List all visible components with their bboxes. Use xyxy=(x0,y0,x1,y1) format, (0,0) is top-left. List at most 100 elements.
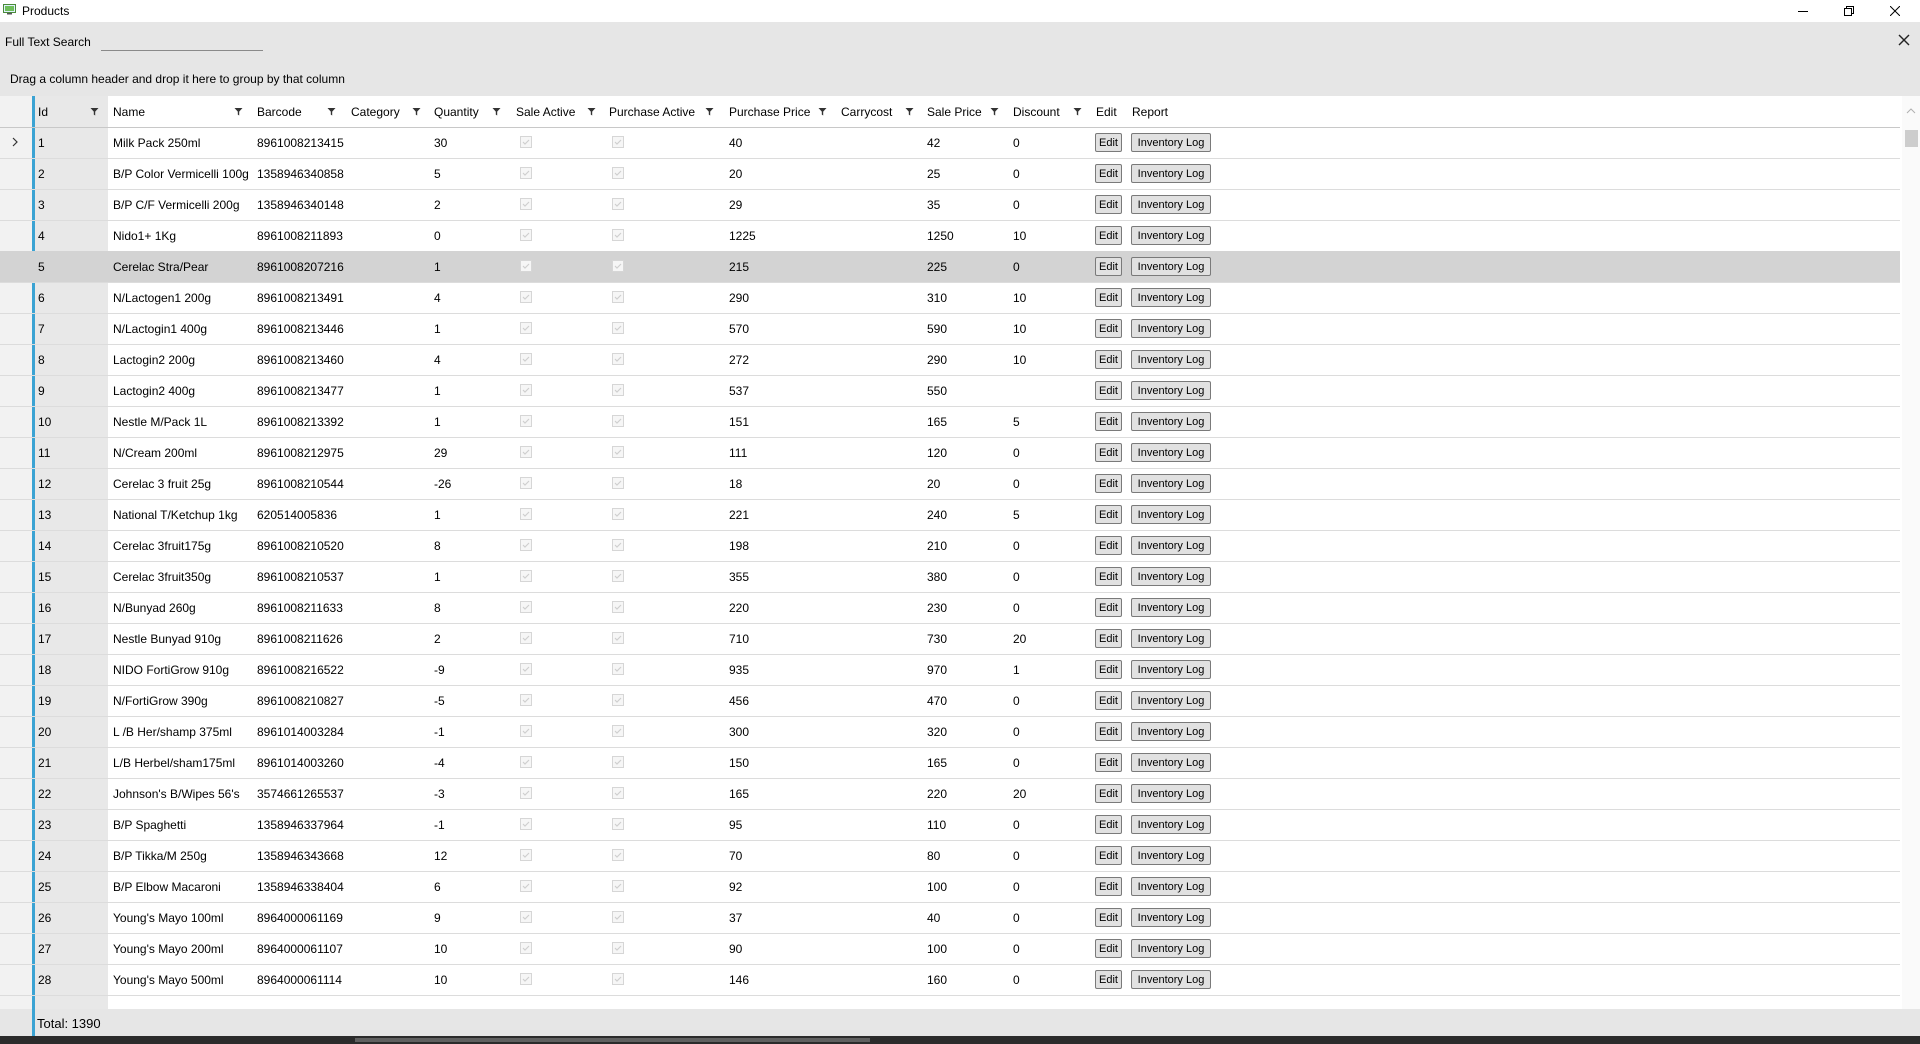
purchase-active-checkbox[interactable] xyxy=(612,415,624,427)
carrycost-cell[interactable] xyxy=(841,623,924,654)
barcode-cell[interactable]: 8964000061169 xyxy=(257,902,347,933)
sale-price-cell[interactable]: 220 xyxy=(927,778,1011,809)
category-cell[interactable] xyxy=(351,282,431,313)
sale-active-checkbox[interactable] xyxy=(520,167,532,179)
barcode-cell[interactable]: 8961008207216 xyxy=(257,251,347,282)
name-cell[interactable]: Nestle M/Pack 1L xyxy=(113,406,253,437)
sale-price-cell[interactable]: 100 xyxy=(927,871,1011,902)
category-cell[interactable] xyxy=(351,623,431,654)
edit-button[interactable]: Edit xyxy=(1095,319,1122,338)
discount-cell[interactable]: 0 xyxy=(1013,158,1093,189)
purchase-price-cell[interactable]: 355 xyxy=(729,561,839,592)
sale-active-checkbox[interactable] xyxy=(520,198,532,210)
name-cell[interactable]: Cerelac 3fruit175g xyxy=(113,530,253,561)
carrycost-cell[interactable] xyxy=(841,282,924,313)
quantity-cell[interactable]: 1 xyxy=(434,375,514,406)
purchase-active-checkbox[interactable] xyxy=(612,725,624,737)
edit-button[interactable]: Edit xyxy=(1095,691,1122,710)
id-cell[interactable]: 1 xyxy=(38,127,108,158)
sale-active-checkbox[interactable] xyxy=(520,818,532,830)
sale-price-cell[interactable]: 210 xyxy=(927,530,1011,561)
table-row[interactable]: 2 B/P Color Vermicelli 100g 1358946340858 5… xyxy=(0,158,1900,190)
barcode-cell[interactable]: 1358946340858 xyxy=(257,158,347,189)
id-cell[interactable]: 22 xyxy=(38,778,108,809)
purchase-active-checkbox[interactable] xyxy=(612,353,624,365)
purchase-active-checkbox[interactable] xyxy=(612,818,624,830)
name-cell[interactable]: National T/Ketchup 1kg xyxy=(113,499,253,530)
inventory-log-button[interactable]: Inventory Log xyxy=(1131,164,1211,183)
edit-button[interactable]: Edit xyxy=(1095,164,1122,183)
barcode-cell[interactable]: 8961008213477 xyxy=(257,375,347,406)
name-cell[interactable]: Cerelac Stra/Pear xyxy=(113,251,253,282)
category-cell[interactable] xyxy=(351,251,431,282)
inventory-log-button[interactable]: Inventory Log xyxy=(1131,846,1211,865)
purchase-price-cell[interactable]: 90 xyxy=(729,933,839,964)
discount-cell[interactable]: 0 xyxy=(1013,716,1093,747)
quantity-cell[interactable]: 1 xyxy=(434,313,514,344)
sale-active-checkbox[interactable] xyxy=(520,942,532,954)
carrycost-cell[interactable] xyxy=(841,685,924,716)
carrycost-cell[interactable] xyxy=(841,964,924,995)
sale-active-checkbox[interactable] xyxy=(520,353,532,365)
carrycost-cell[interactable] xyxy=(841,437,924,468)
sale-active-checkbox[interactable] xyxy=(520,415,532,427)
purchase-active-checkbox[interactable] xyxy=(612,849,624,861)
edit-button[interactable]: Edit xyxy=(1095,815,1122,834)
purchase-price-cell[interactable]: 710 xyxy=(729,623,839,654)
carrycost-cell[interactable] xyxy=(841,840,924,871)
id-cell[interactable]: 10 xyxy=(38,406,108,437)
name-cell[interactable]: L /B Her/shamp 375ml xyxy=(113,716,253,747)
filter-icon[interactable] xyxy=(705,107,714,116)
inventory-log-button[interactable]: Inventory Log xyxy=(1131,815,1211,834)
discount-cell[interactable]: 5 xyxy=(1013,406,1093,437)
barcode-cell[interactable]: 1358946337964 xyxy=(257,809,347,840)
category-cell[interactable] xyxy=(351,933,431,964)
quantity-cell[interactable]: -3 xyxy=(434,778,514,809)
minimize-button[interactable] xyxy=(1780,0,1826,22)
id-cell[interactable]: 12 xyxy=(38,468,108,499)
column-header-name[interactable]: Name xyxy=(113,96,145,127)
sale-price-cell[interactable]: 110 xyxy=(927,809,1011,840)
quantity-cell[interactable]: -1 xyxy=(434,809,514,840)
quantity-cell[interactable]: 30 xyxy=(434,127,514,158)
inventory-log-button[interactable]: Inventory Log xyxy=(1131,536,1211,555)
barcode-cell[interactable]: 8961008213460 xyxy=(257,344,347,375)
table-row[interactable]: 21 L/B Herbel/sham175ml 8961014003260 -4 150… xyxy=(0,747,1900,779)
category-cell[interactable] xyxy=(351,437,431,468)
name-cell[interactable]: N/Bunyad 260g xyxy=(113,592,253,623)
category-cell[interactable] xyxy=(351,313,431,344)
barcode-cell[interactable]: 8961014003260 xyxy=(257,747,347,778)
id-cell[interactable]: 7 xyxy=(38,313,108,344)
carrycost-cell[interactable] xyxy=(841,654,924,685)
edit-button[interactable]: Edit xyxy=(1095,629,1122,648)
carrycost-cell[interactable] xyxy=(841,406,924,437)
category-cell[interactable] xyxy=(351,189,431,220)
id-cell[interactable]: 24 xyxy=(38,840,108,871)
vertical-scroll-thumb[interactable] xyxy=(1905,130,1918,147)
sale-active-checkbox[interactable] xyxy=(520,849,532,861)
discount-cell[interactable]: 0 xyxy=(1013,933,1093,964)
filter-icon[interactable] xyxy=(327,107,336,116)
discount-cell[interactable]: 0 xyxy=(1013,251,1093,282)
close-window-button[interactable] xyxy=(1872,0,1918,22)
edit-button[interactable]: Edit xyxy=(1095,846,1122,865)
category-cell[interactable] xyxy=(351,375,431,406)
name-cell[interactable]: Young's Mayo 100ml xyxy=(113,902,253,933)
carrycost-cell[interactable] xyxy=(841,592,924,623)
filter-icon[interactable] xyxy=(492,107,501,116)
category-cell[interactable] xyxy=(351,561,431,592)
carrycost-cell[interactable] xyxy=(841,902,924,933)
discount-cell[interactable]: 0 xyxy=(1013,685,1093,716)
discount-cell[interactable]: 10 xyxy=(1013,220,1093,251)
edit-button[interactable]: Edit xyxy=(1095,381,1122,400)
inventory-log-button[interactable]: Inventory Log xyxy=(1131,939,1211,958)
purchase-price-cell[interactable]: 537 xyxy=(729,375,839,406)
carrycost-cell[interactable] xyxy=(841,871,924,902)
sale-price-cell[interactable]: 590 xyxy=(927,313,1011,344)
id-cell[interactable]: 9 xyxy=(38,375,108,406)
barcode-cell[interactable]: 8961008210537 xyxy=(257,561,347,592)
quantity-cell[interactable]: 8 xyxy=(434,530,514,561)
purchase-price-cell[interactable]: 70 xyxy=(729,840,839,871)
search-input[interactable] xyxy=(101,34,263,51)
sale-price-cell[interactable]: 310 xyxy=(927,282,1011,313)
